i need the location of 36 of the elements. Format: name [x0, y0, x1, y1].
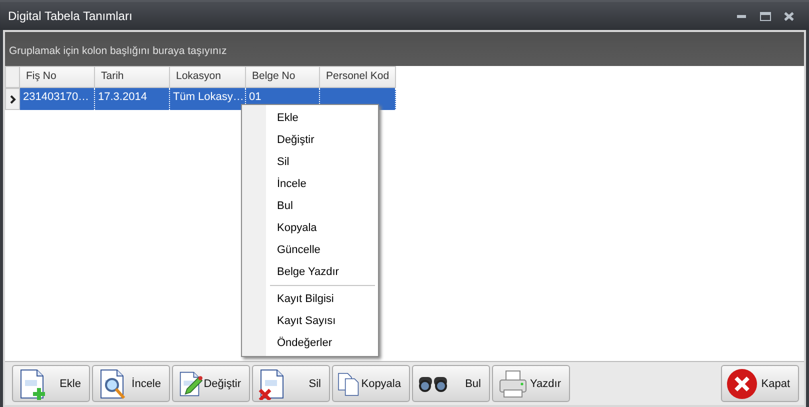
- group-panel-hint: Gruplamak için kolon başlığını buraya taşıyınız: [9, 45, 227, 57]
- menu-item[interactable]: Sil: [242, 151, 378, 173]
- menu-item[interactable]: Belge Yazdır: [242, 261, 378, 283]
- table-cell: Tüm Lokasy…: [170, 88, 246, 110]
- toolbar-button[interactable]: Ekle: [12, 365, 90, 402]
- toolbar-button[interactable]: Bul: [412, 365, 490, 402]
- window-title: Digital Tabela Tanımları: [8, 9, 134, 23]
- cross-icon: [726, 368, 758, 400]
- column-header[interactable]: Belge No: [246, 66, 320, 88]
- close-toolbar-button[interactable]: Kapat: [721, 365, 799, 402]
- column-header[interactable]: Personel Kod: [320, 66, 396, 88]
- menu-item[interactable]: Bul: [242, 195, 378, 217]
- menu-item[interactable]: Kayıt Bilgisi: [242, 288, 378, 310]
- menu-item[interactable]: İncele: [242, 173, 378, 195]
- close-icon: [784, 12, 794, 20]
- menu-item[interactable]: Güncelle: [242, 239, 378, 261]
- column-header[interactable]: Tarih: [95, 66, 170, 88]
- table-cell: 231403170…: [20, 88, 95, 110]
- column-header[interactable]: Fiş No: [20, 66, 95, 88]
- maximize-icon: [760, 12, 770, 20]
- binoculars-icon: [417, 374, 449, 392]
- menu-item[interactable]: Öndeğerler: [242, 332, 378, 354]
- toolbar-button[interactable]: Kopyala: [332, 365, 410, 402]
- menu-item[interactable]: Ekle: [242, 107, 378, 129]
- toolbar-button[interactable]: Değiştir: [172, 365, 250, 402]
- menu-item[interactable]: Kayıt Sayısı: [242, 310, 378, 332]
- minimize-icon: [736, 14, 746, 18]
- printer-icon: [497, 368, 529, 400]
- toolbar-button[interactable]: Sil: [252, 365, 330, 402]
- toolbar-button[interactable]: Yazdır: [492, 365, 570, 402]
- toolbar-button[interactable]: İncele: [92, 365, 170, 402]
- menu-item[interactable]: Kopyala: [242, 217, 378, 239]
- menu-item[interactable]: Değiştir: [242, 129, 378, 151]
- table-cell: 17.3.2014: [95, 88, 170, 110]
- column-header[interactable]: Lokasyon: [170, 66, 246, 88]
- chevron-icon: [10, 94, 16, 104]
